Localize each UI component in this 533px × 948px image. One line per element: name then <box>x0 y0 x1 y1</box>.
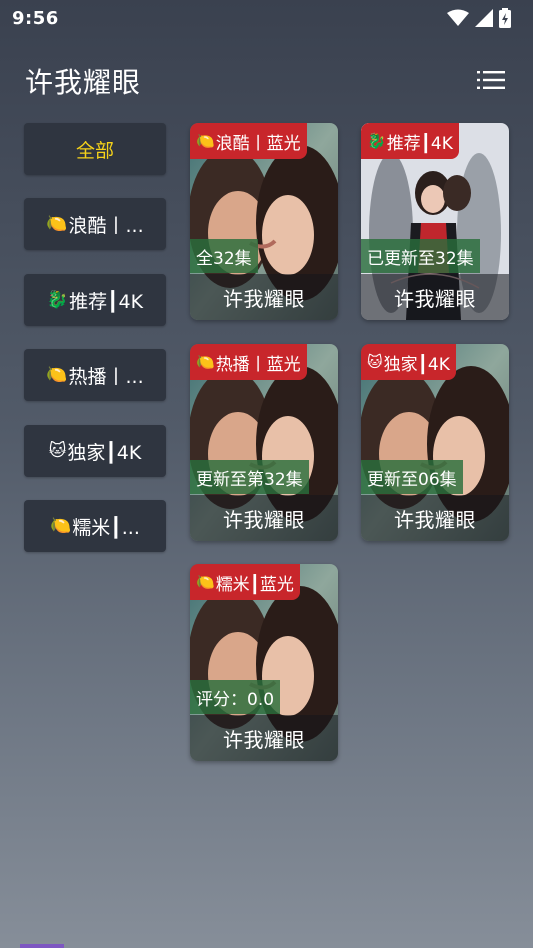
sidebar-item-langku[interactable]: 🍋 浪酷丨... <box>24 198 166 250</box>
dragon-icon: 🐉 <box>46 290 69 310</box>
sidebar-item-rebo[interactable]: 🍋 热播丨... <box>24 349 166 401</box>
wifi-icon <box>447 9 469 26</box>
list-menu-icon <box>477 71 505 89</box>
lemon-icon: 🍋 <box>50 516 72 536</box>
sidebar-item-label: 糯米┃... <box>72 516 140 539</box>
lemon-icon: 🍋 <box>196 132 215 150</box>
lemon-icon: 🍋 <box>46 365 68 385</box>
sidebar-item-dujia[interactable]: 🐱 独家┃4K <box>24 425 166 477</box>
dragon-icon: 🐉 <box>367 132 386 150</box>
badge-label: 推荐┃4K <box>386 133 453 154</box>
badge-label: 浪酷丨蓝光 <box>215 133 301 154</box>
card-title: 许我耀眼 <box>361 274 509 320</box>
source-badge: 🍋 浪酷丨蓝光 <box>190 123 307 159</box>
cat-icon: 🐱 <box>48 441 67 461</box>
lemon-icon: 🍋 <box>46 214 68 234</box>
source-badge: 🐱 独家┃4K <box>361 344 456 380</box>
sidebar-item-label: 推荐┃4K <box>69 290 144 313</box>
badge-label: 糯米┃蓝光 <box>215 574 294 595</box>
status-bar: 9:56 <box>0 0 533 36</box>
card-title: 许我耀眼 <box>190 495 338 541</box>
video-card[interactable]: 🍋 糯米┃蓝光 评分：0.0 许我耀眼 <box>190 564 338 761</box>
app-header: 许我耀眼 <box>0 55 533 105</box>
source-badge: 🍋 糯米┃蓝光 <box>190 564 300 600</box>
sidebar-item-label: 全部 <box>75 139 114 162</box>
video-card[interactable]: 🐱 独家┃4K 更新至06集 许我耀眼 <box>361 344 509 541</box>
video-card[interactable]: 🐉 推荐┃4K 已更新至32集 许我耀眼 <box>361 123 509 320</box>
sidebar-item-all[interactable]: 全部 <box>24 123 166 175</box>
episode-badge: 更新至第32集 <box>190 460 309 494</box>
badge-label: 独家┃4K <box>383 354 450 375</box>
lemon-icon: 🍋 <box>196 573 215 591</box>
home-indicator <box>20 944 64 948</box>
page-title: 许我耀眼 <box>25 66 142 99</box>
status-time: 9:56 <box>12 7 59 29</box>
source-badge: 🐉 推荐┃4K <box>361 123 459 159</box>
lemon-icon: 🍋 <box>196 353 215 371</box>
status-icons <box>447 8 521 28</box>
sidebar-item-nuomi[interactable]: 🍋 糯米┃... <box>24 500 166 552</box>
episode-badge: 更新至06集 <box>361 460 463 494</box>
signal-icon <box>475 9 493 27</box>
sidebar-item-tuijian[interactable]: 🐉 推荐┃4K <box>24 274 166 326</box>
battery-icon <box>499 8 511 28</box>
episode-badge: 已更新至32集 <box>361 239 480 273</box>
cat-icon: 🐱 <box>367 353 383 371</box>
card-title: 许我耀眼 <box>361 495 509 541</box>
video-card[interactable]: 🍋 热播丨蓝光 更新至第32集 许我耀眼 <box>190 344 338 541</box>
card-title: 许我耀眼 <box>190 274 338 320</box>
card-title: 许我耀眼 <box>190 715 338 761</box>
menu-button[interactable] <box>474 67 508 93</box>
badge-label: 热播丨蓝光 <box>215 354 301 375</box>
sidebar-item-label: 浪酷丨... <box>68 214 144 237</box>
video-card[interactable]: 🍋 浪酷丨蓝光 全32集 许我耀眼 <box>190 123 338 320</box>
source-badge: 🍋 热播丨蓝光 <box>190 344 307 380</box>
episode-badge: 全32集 <box>190 239 258 273</box>
sidebar-item-label: 热播丨... <box>68 365 144 388</box>
sidebar-item-label: 独家┃4K <box>67 441 142 464</box>
rating-badge: 评分：0.0 <box>190 680 281 714</box>
